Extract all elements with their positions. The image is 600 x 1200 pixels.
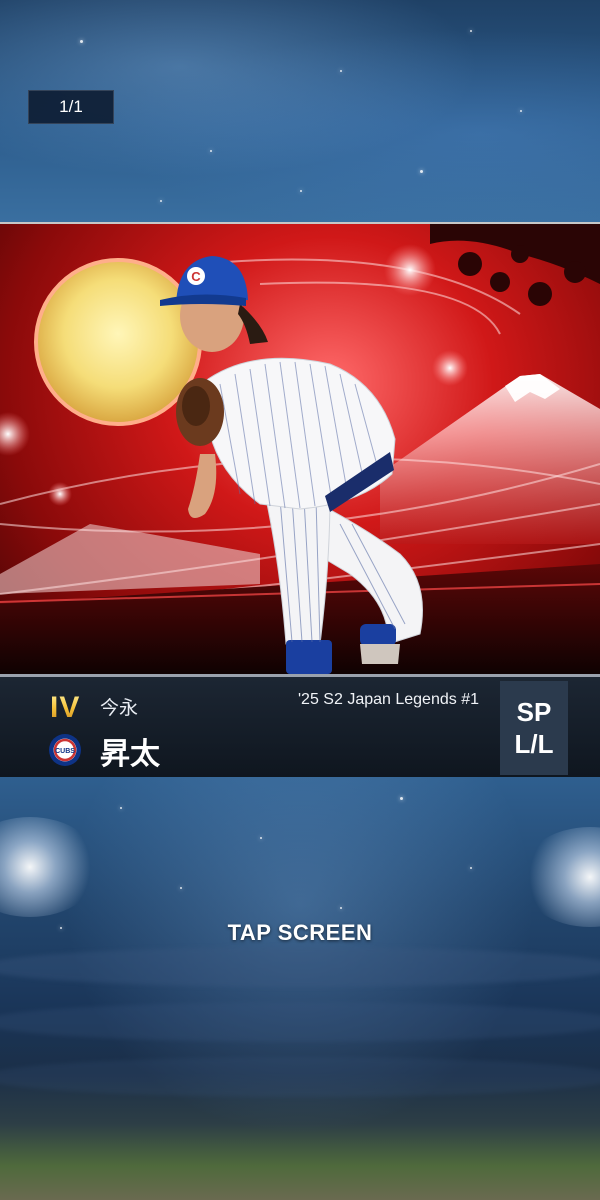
position-label: SP (516, 697, 552, 727)
player-card-art[interactable]: C (0, 222, 600, 676)
card-reveal-screen[interactable]: 1/1 C IV 今永 CUBS 昇太 '25 S2 Japan Legends… (0, 0, 600, 1200)
svg-text:CUBS: CUBS (55, 748, 75, 755)
cubs-logo-icon: CUBS (49, 734, 81, 766)
page-counter: 1/1 (28, 90, 114, 124)
tier-badge: IV (50, 691, 81, 724)
position-box: SP L/L (500, 681, 568, 775)
player-info-bar: IV 今永 CUBS 昇太 '25 S2 Japan Legends #1 SP… (0, 674, 600, 780)
mountain-left (0, 524, 260, 594)
card-art-illustration: C (0, 224, 600, 676)
moon (34, 258, 202, 426)
stadium-background (0, 777, 600, 1200)
svg-text:C: C (191, 269, 201, 284)
player-first-name: 昇太 (100, 738, 160, 771)
bats-throws-label: L/L (514, 729, 554, 759)
player-last-name: 今永 (100, 698, 139, 719)
card-series: '25 S2 Japan Legends #1 (298, 691, 479, 708)
tap-screen-prompt[interactable]: TAP SCREEN (0, 920, 600, 946)
mountain-right (380, 374, 600, 544)
tree-branch (430, 224, 600, 306)
